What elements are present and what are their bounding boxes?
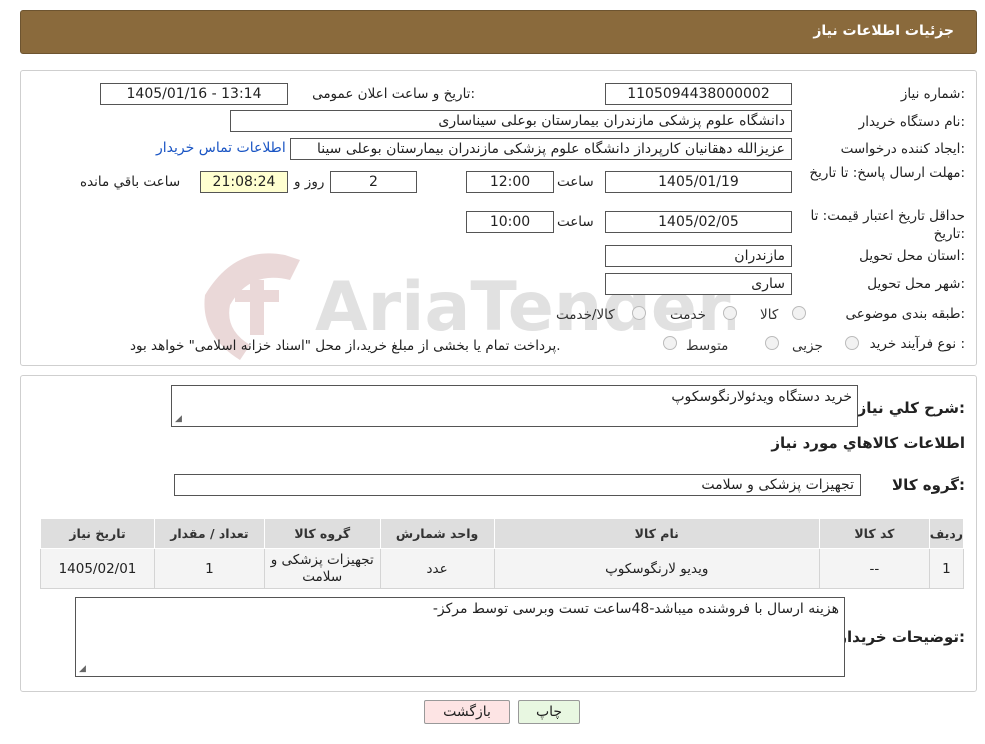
goods-table: ردیف کد کالا نام کالا واحد شمارش گروه کا… <box>40 518 965 589</box>
cell-row-number: 1 <box>928 548 965 589</box>
announce-label: تاریخ و ساعت اعلان عمومی: <box>312 86 475 102</box>
days-field: 2 <box>330 171 417 193</box>
treasury-checkbox[interactable] <box>663 336 677 350</box>
remaining-label: ساعت باقي مانده <box>80 174 181 190</box>
resize-grip-icon[interactable]: ◢ <box>79 664 86 674</box>
validity-time-field: 10:00 <box>466 211 554 233</box>
back-button[interactable]: بازگشت <box>424 700 510 724</box>
deadline-time-field: 12:00 <box>466 171 554 193</box>
remaining-time-field: 21:08:24 <box>200 171 288 193</box>
validity-label: حداقل تاریخ اعتبار قیمت: تا تاریخ: <box>810 208 965 242</box>
buyer-org-field: دانشگاه علوم پزشکی مازندران بیمارستان بو… <box>230 110 792 132</box>
deadline-date-field: 1405/01/19 <box>605 171 792 193</box>
category-option-goods-service: کالا/خدمت <box>556 307 615 323</box>
creator-field: عزیزالله دهقانیان کارپرداز دانشگاه علوم … <box>290 138 792 160</box>
page-title: جزئیات اطلاعات نیاز <box>813 23 954 39</box>
table-header-row: ردیف کد کالا نام کالا واحد شمارش گروه کا… <box>40 518 965 549</box>
process-option-minor: جزیی <box>792 338 823 354</box>
page-header: جزئیات اطلاعات نیاز <box>20 10 977 54</box>
col-header-goods-group: گروه کالا <box>263 518 381 549</box>
process-radio-minor[interactable] <box>845 336 859 350</box>
validity-date-field: 1405/02/05 <box>605 211 792 233</box>
col-header-need-date: تاریخ نیاز <box>40 518 155 549</box>
category-option-goods: کالا <box>760 307 779 323</box>
process-note: پرداخت تمام یا بخشی از مبلغ خرید،از محل … <box>130 338 561 354</box>
cell-unit: عدد <box>379 548 495 589</box>
print-button[interactable]: چاپ <box>518 700 580 724</box>
col-header-row-number: ردیف <box>928 518 965 549</box>
need-desc-field: خرید دستگاه ویدئولارنگوسکوپ ◢ <box>171 385 858 427</box>
category-option-service: خدمت <box>670 307 706 323</box>
creator-label: ایجاد کننده درخواست: <box>840 141 965 157</box>
col-header-goods-code: کد کالا <box>818 518 930 549</box>
cell-need-date: 1405/02/01 <box>40 548 155 589</box>
buyer-notes-label: توضیحات خریدار: <box>838 628 965 646</box>
col-header-quantity: تعداد / مقدار <box>153 518 265 549</box>
goods-info-title: اطلاعات كالاهاي مورد نياز <box>771 434 965 452</box>
process-radio-medium[interactable] <box>765 336 779 350</box>
city-field: ساری <box>605 273 792 295</box>
contact-info-link[interactable]: اطلاعات تماس خریدار <box>156 140 286 156</box>
category-radio-goods-service[interactable] <box>632 306 646 320</box>
process-option-medium: متوسط <box>686 338 729 354</box>
buyer-notes-text: هزینه ارسال با فروشنده میباشد-48ساعت تست… <box>432 601 839 617</box>
province-field: مازندران <box>605 245 792 267</box>
cell-goods-group: تجهیزات پزشکی و سلامت <box>263 548 381 589</box>
deadline-label: مهلت ارسال پاسخ: تا تاریخ: <box>809 165 965 181</box>
province-label: استان محل تحویل: <box>859 248 965 264</box>
table-row: 1 -- ویدیو لارنگوسکوپ عدد تجهیزات پزشکی … <box>40 548 965 589</box>
cell-goods-name: ویدیو لارنگوسکوپ <box>493 548 820 589</box>
days-label: روز و <box>294 174 325 190</box>
resize-grip-icon[interactable]: ◢ <box>175 414 182 424</box>
need-desc-label: شرح کلي نياز: <box>857 399 965 417</box>
need-number-field: 1105094438000002 <box>605 83 792 105</box>
category-radio-service[interactable] <box>723 306 737 320</box>
category-label: طبقه بندی موضوعی: <box>845 306 965 322</box>
buyer-org-label: نام دستگاه خریدار: <box>858 114 965 130</box>
col-header-unit: واحد شمارش <box>379 518 495 549</box>
col-header-goods-name: نام کالا <box>493 518 820 549</box>
announce-field: 1405/01/16 - 13:14 <box>100 83 288 105</box>
need-desc-text: خرید دستگاه ویدئولارنگوسکوپ <box>671 389 852 405</box>
goods-table-wrap: ردیف کد کالا نام کالا واحد شمارش گروه کا… <box>40 518 965 589</box>
category-radio-goods[interactable] <box>792 306 806 320</box>
cell-quantity: 1 <box>153 548 265 589</box>
buyer-notes-field: هزینه ارسال با فروشنده میباشد-48ساعت تست… <box>75 597 845 677</box>
deadline-time-label: ساعت <box>557 174 594 190</box>
validity-time-label: ساعت <box>557 214 594 230</box>
process-label: نوع فرآیند خرید : <box>869 336 965 352</box>
goods-group-field: تجهیزات پزشکی و سلامت <box>174 474 861 496</box>
city-label: شهر محل تحویل: <box>867 276 965 292</box>
need-number-label: شماره نیاز: <box>900 86 965 102</box>
goods-group-label: گروه کالا: <box>892 476 965 494</box>
cell-goods-code: -- <box>818 548 930 589</box>
